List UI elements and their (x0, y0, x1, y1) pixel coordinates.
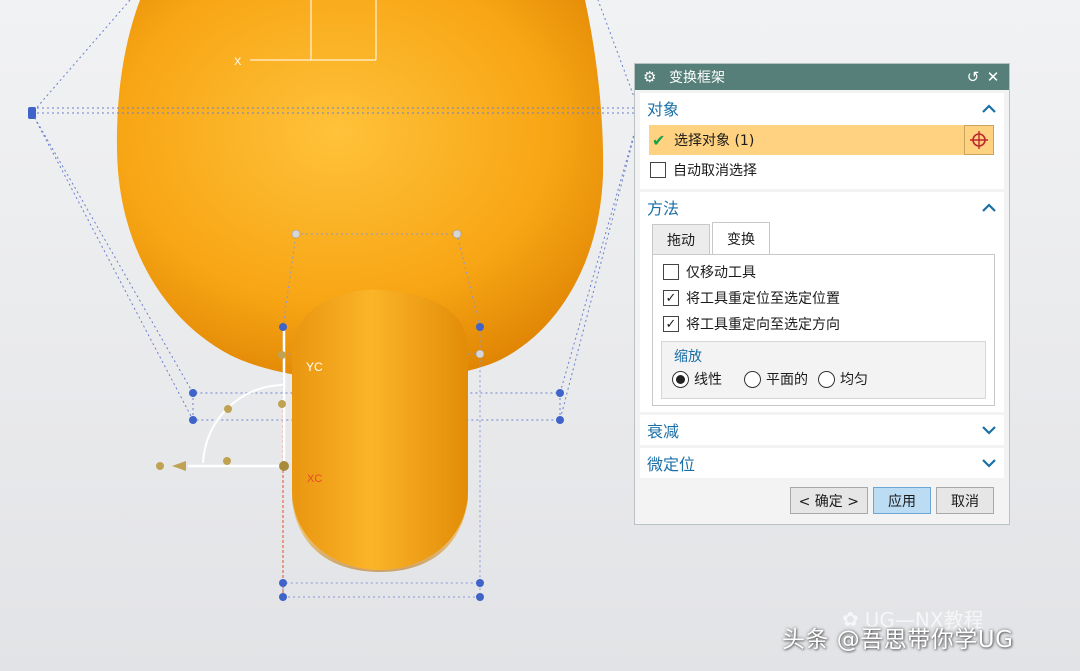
method-section-title: 方法 (647, 199, 680, 218)
micro-position-section-title: 微定位 (647, 455, 696, 474)
dialog-titlebar[interactable]: ⚙ 变换框架 ↺ ✕ (635, 64, 1009, 90)
option-move-tool-only[interactable]: 仅移动工具 (653, 259, 994, 285)
object-section-header[interactable]: 对象 (640, 93, 1004, 123)
tab-drag[interactable]: 拖动 (652, 224, 710, 254)
micro-position-section: 微定位 (640, 448, 1004, 478)
object-section-title: 对象 (647, 100, 680, 119)
transform-tab-panel: 仅移动工具 ✓ 将工具重定位至选定位置 ✓ 将工具重定向至选定方向 缩放 线性 (652, 254, 995, 406)
radio-planar-button[interactable] (744, 370, 761, 388)
reset-icon[interactable]: ↺ (963, 68, 983, 86)
reorient-tool-checkbox[interactable]: ✓ (663, 316, 679, 332)
falloff-section: 衰减 (640, 415, 1004, 445)
micro-position-section-header[interactable]: 微定位 (640, 448, 1004, 478)
chevron-down-icon[interactable] (980, 421, 998, 439)
falloff-section-header[interactable]: 衰减 (640, 415, 1004, 445)
method-section: 方法 拖动 变换 仅移动工具 ✓ 将工具重定位至选定位置 ✓ 将工具重定向至选定… (640, 192, 1004, 412)
tab-transform[interactable]: 变换 (712, 222, 770, 254)
ok-button[interactable]: < 确定 > (789, 487, 868, 514)
axis-label-x-top: X (234, 56, 242, 68)
radio-linear[interactable]: 线性 (672, 369, 722, 389)
radio-linear-button[interactable] (672, 370, 689, 388)
reorient-tool-label: 将工具重定向至选定方向 (686, 317, 840, 333)
dialog-title: 变换框架 (669, 70, 725, 86)
radio-planar[interactable]: 平面的 (744, 369, 808, 389)
method-tabs: 拖动 变换 (640, 222, 1004, 254)
chevron-up-icon[interactable] (980, 198, 998, 216)
model-arm[interactable] (292, 289, 468, 570)
checkmark-icon: ✔ (652, 130, 666, 150)
watermark-text: 头条 @吾思带你学UG (782, 627, 1014, 653)
cancel-button[interactable]: 取消 (936, 487, 994, 514)
select-object-row[interactable]: ✔ 选择对象 (1) (649, 125, 994, 155)
method-section-header[interactable]: 方法 (640, 192, 1004, 222)
radio-uniform[interactable]: 均匀 (818, 369, 868, 389)
axis-label-xc: XC (307, 473, 322, 485)
axis-label-yc: YC (306, 360, 323, 374)
auto-deselect-checkbox[interactable] (650, 162, 666, 178)
dialog-footer: < 确定 > 应用 取消 (789, 487, 994, 514)
relocate-tool-checkbox[interactable]: ✓ (663, 290, 679, 306)
apply-button[interactable]: 应用 (873, 487, 931, 514)
radio-uniform-label: 均匀 (840, 372, 868, 388)
crosshair-icon (970, 131, 988, 149)
radio-uniform-button[interactable] (818, 370, 835, 388)
scale-group-title: 缩放 (674, 349, 702, 365)
auto-deselect-row[interactable]: 自动取消选择 (640, 157, 1004, 183)
option-reorient-tool[interactable]: ✓ 将工具重定向至选定方向 (653, 311, 994, 337)
object-section: 对象 ✔ 选择对象 (1) 自动取消选择 (640, 93, 1004, 189)
radio-linear-label: 线性 (694, 372, 722, 388)
scale-radio-row: 线性 平面的 均匀 (662, 366, 985, 392)
falloff-section-title: 衰减 (647, 422, 680, 441)
gear-icon: ⚙ (643, 68, 657, 86)
chevron-down-icon[interactable] (980, 454, 998, 472)
radio-planar-label: 平面的 (766, 372, 808, 388)
scale-group: 缩放 线性 平面的 均匀 (661, 341, 986, 399)
chevron-up-icon[interactable] (980, 99, 998, 117)
select-object-label: 选择对象 (1) (674, 133, 755, 149)
move-tool-only-label: 仅移动工具 (686, 265, 756, 281)
auto-deselect-label: 自动取消选择 (673, 163, 757, 179)
relocate-tool-label: 将工具重定位至选定位置 (686, 291, 840, 307)
select-object-button[interactable] (964, 125, 994, 155)
move-tool-only-checkbox[interactable] (663, 264, 679, 280)
close-icon[interactable]: ✕ (983, 68, 1003, 86)
option-relocate-tool[interactable]: ✓ 将工具重定位至选定位置 (653, 285, 994, 311)
transform-frame-dialog: ⚙ 变换框架 ↺ ✕ 对象 ✔ 选择对象 (1) 自动取消选择 方法 拖动 变换… (634, 63, 1010, 525)
